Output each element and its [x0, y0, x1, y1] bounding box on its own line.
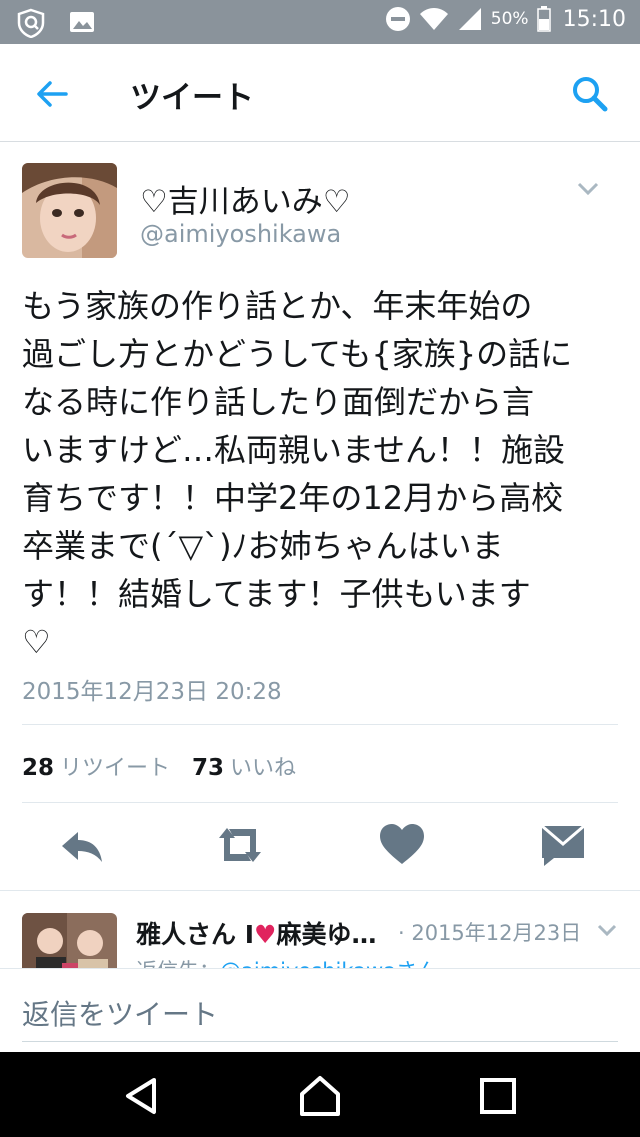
input-underline [22, 1041, 618, 1042]
status-bar: 50% 15:10 [0, 0, 640, 44]
nav-back-icon[interactable] [118, 1072, 166, 1120]
tweet-timestamp: 2015年12月23日 20:28 [22, 679, 282, 705]
shield-app-icon [17, 8, 45, 38]
battery-icon [536, 6, 551, 32]
gallery-notification-icon [70, 12, 94, 32]
direct-message-icon[interactable] [538, 820, 588, 870]
divider [22, 802, 618, 803]
heart-emoji-icon: ♥ [254, 920, 277, 949]
reply-name-part1: 雅人さん I [136, 920, 255, 949]
reply-name-part2: 麻美ゆ… [276, 920, 377, 949]
retweet-count[interactable]: 28 [22, 755, 54, 781]
reply-icon[interactable] [58, 820, 108, 870]
chevron-down-icon[interactable] [576, 180, 600, 198]
chevron-down-icon[interactable] [596, 923, 618, 939]
reply-to-line: 返信先：@aimiyoshikawaさん [136, 955, 438, 968]
app-bar: ツイート [0, 44, 640, 142]
author-avatar[interactable] [22, 163, 117, 258]
reply-compose-input[interactable]: 返信をツイート [22, 993, 218, 1033]
reply-to-handle-link[interactable]: @aimiyoshikawaさん [220, 959, 438, 968]
reply-compose-bar: 返信をツイート [0, 968, 640, 1052]
do-not-disturb-icon [385, 7, 410, 31]
like-label[interactable]: いいね [230, 750, 296, 782]
wifi-icon [419, 8, 448, 30]
retweet-label[interactable]: リツイート [60, 750, 170, 782]
reply-date: · 2015年12月23日 [398, 921, 582, 945]
tweet-action-bar [0, 820, 640, 874]
divider [22, 724, 618, 725]
clock: 15:10 [562, 6, 626, 32]
search-icon[interactable] [570, 74, 610, 114]
page-title: ツイート [130, 80, 254, 116]
reply-tweet[interactable]: 雅人さん I♥麻美ゆ… · 2015年12月23日 返信先：@aimiyoshi… [0, 890, 640, 968]
system-navigation-bar [0, 1052, 640, 1137]
nav-recents-icon[interactable] [474, 1072, 522, 1120]
like-count[interactable]: 73 [192, 755, 224, 781]
nav-home-icon[interactable] [296, 1072, 344, 1120]
back-arrow-icon[interactable] [32, 74, 72, 114]
reply-to-prefix: 返信先： [136, 959, 220, 968]
signal-icon [458, 8, 481, 30]
retweet-icon[interactable] [215, 820, 265, 870]
author-handle[interactable]: @aimiyoshikawa [140, 220, 341, 248]
reply-author-name[interactable]: 雅人さん I♥麻美ゆ… [136, 915, 376, 951]
tweet-text: もう家族の作り話とか、年末年始の 過ごし方とかどうしても{家族}の話に なる時に… [22, 287, 573, 661]
like-heart-icon[interactable] [377, 820, 427, 870]
battery-percent: 50% [490, 9, 529, 29]
tweet-stats: 28 リツイート 73 いいね [22, 750, 318, 782]
author-display-name[interactable]: ♡吉川あいみ♡ [140, 176, 351, 221]
reply-author-avatar[interactable] [22, 913, 117, 968]
